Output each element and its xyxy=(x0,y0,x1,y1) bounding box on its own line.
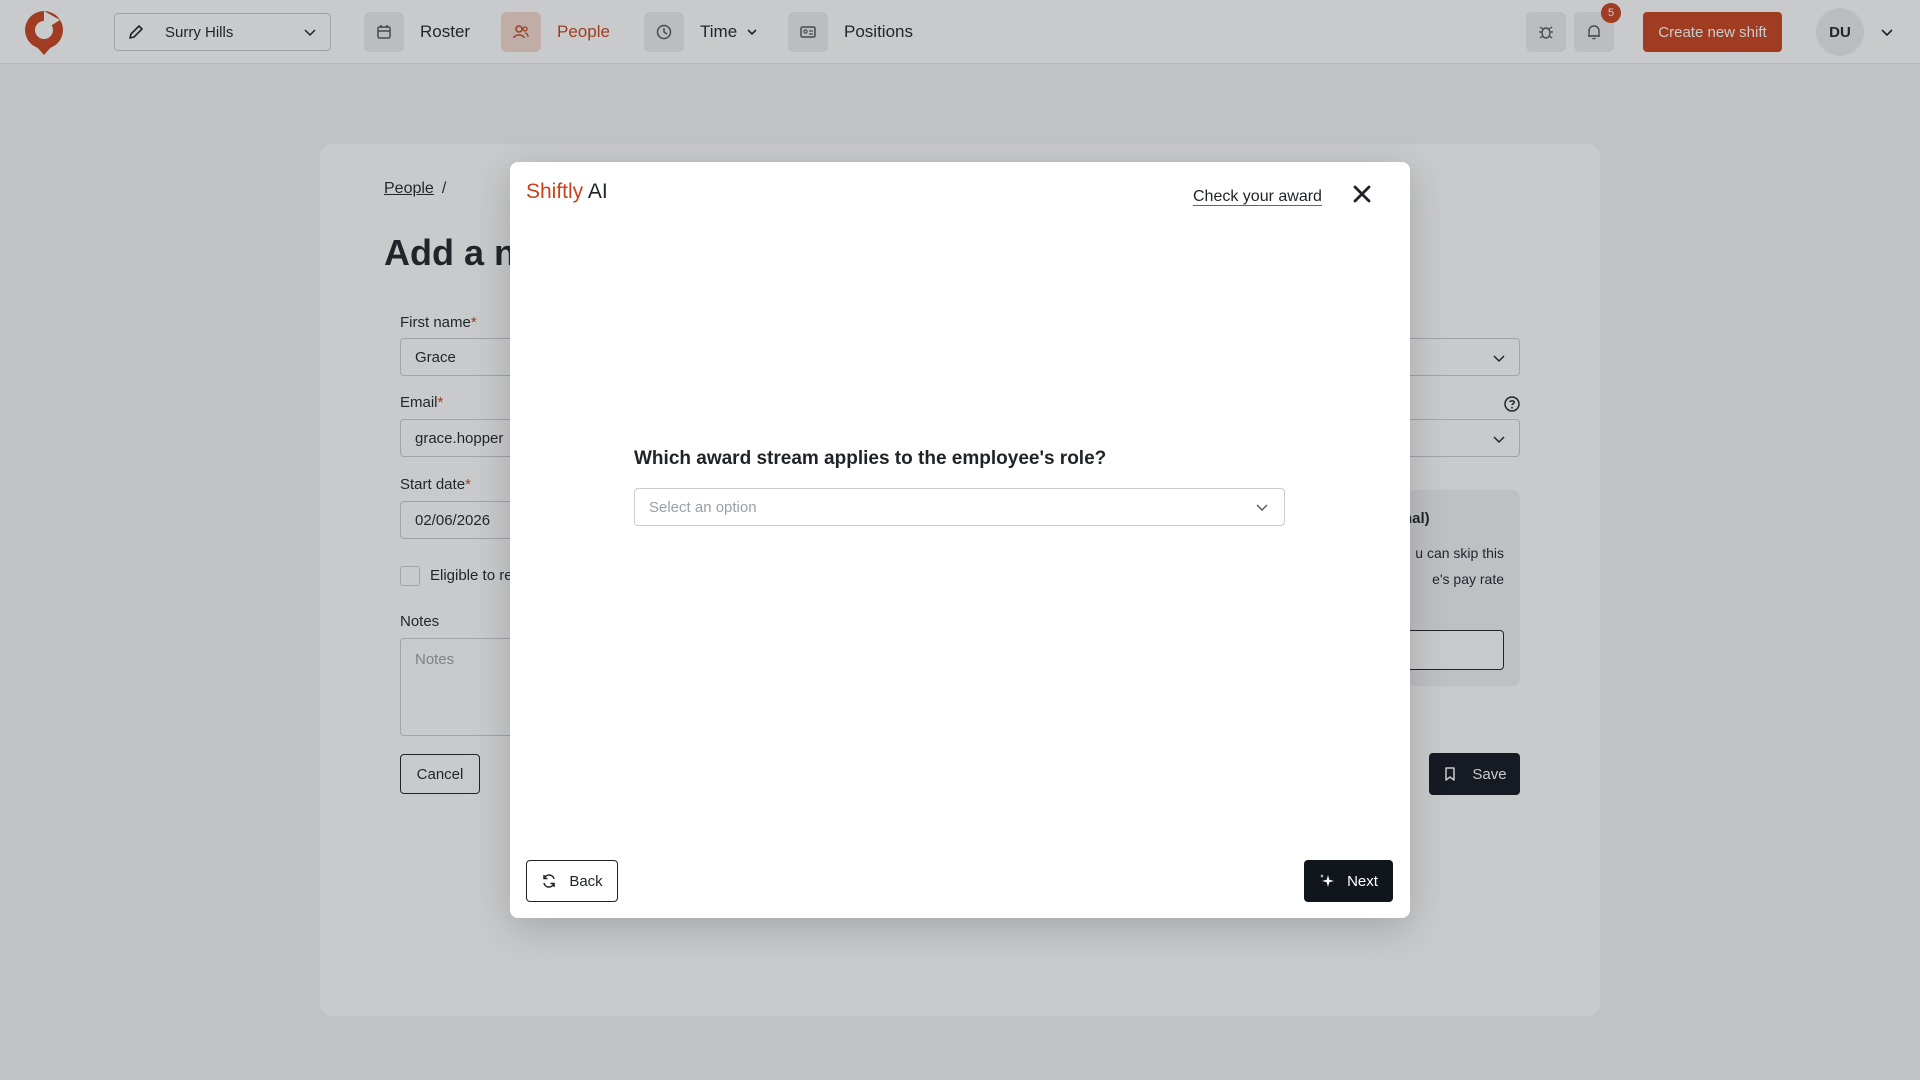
close-icon xyxy=(1353,185,1371,203)
award-stream-question: Which award stream applies to the employ… xyxy=(634,448,1107,469)
back-button-label: Back xyxy=(569,872,603,890)
award-stream-select-placeholder: Select an option xyxy=(649,498,757,516)
check-your-award-link[interactable]: Check your award xyxy=(1193,188,1322,206)
sparkles-icon xyxy=(1320,874,1335,887)
award-stream-select[interactable]: Select an option xyxy=(634,488,1285,526)
modal-brand-title: Shiftly AI xyxy=(526,180,608,203)
back-button[interactable]: Back xyxy=(526,860,618,902)
close-modal-button[interactable] xyxy=(1348,180,1376,208)
next-button-label: Next xyxy=(1347,872,1378,890)
chevron-down-icon xyxy=(1256,504,1268,511)
shiftly-ai-modal: Shiftly AI Check your award Which award … xyxy=(510,162,1410,918)
refresh-icon xyxy=(543,874,556,888)
next-button[interactable]: Next xyxy=(1304,860,1393,902)
